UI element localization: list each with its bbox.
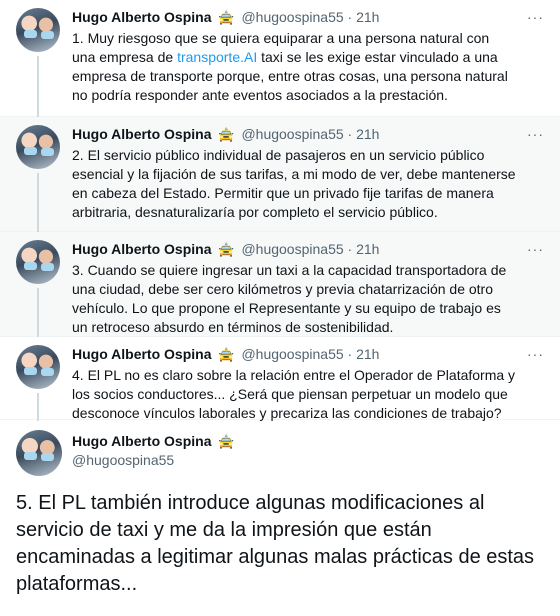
author-handle[interactable]: @hugoospina55 [241, 241, 343, 257]
avatar[interactable] [16, 430, 62, 476]
avatar[interactable] [16, 240, 60, 284]
author-handle[interactable]: @hugoospina55 [241, 126, 343, 142]
tweet-timestamp[interactable]: 21h [356, 346, 379, 362]
tweet-header: Hugo Alberto Ospina 🚖 @hugoospina55 [72, 420, 560, 470]
more-options-icon[interactable]: ··· [527, 8, 544, 27]
thread-connector-line [37, 288, 39, 338]
tweet-text: 4. El PL no es claro sobre la relación e… [72, 367, 516, 421]
taxi-badge-icon: 🚖 [218, 242, 235, 257]
tweet-header: Hugo Alberto Ospina 🚖 @hugoospina55 · 21… [72, 125, 516, 144]
taxi-badge-icon: 🚖 [218, 434, 235, 449]
thread-connector-line [37, 56, 39, 118]
thread-tweet-4[interactable]: ··· Hugo Alberto Ospina 🚖 @hugoospina55 … [0, 337, 560, 421]
separator-dot: · [347, 126, 353, 142]
tweet-timestamp[interactable]: 21h [356, 241, 379, 257]
author-handle[interactable]: @hugoospina55 [72, 451, 560, 470]
thread-connector-line [37, 173, 39, 233]
author-name[interactable]: Hugo Alberto Ospina [72, 346, 211, 362]
author-name[interactable]: Hugo Alberto Ospina [72, 126, 211, 142]
tweet-text: 3. Cuando se quiere ingresar un taxi a l… [72, 262, 507, 335]
author-name[interactable]: Hugo Alberto Ospina [72, 9, 211, 25]
taxi-badge-icon: 🚖 [218, 10, 235, 25]
tweet-header: Hugo Alberto Ospina 🚖 @hugoospina55 · 21… [72, 240, 516, 259]
tweet-text: 1. Muy riesgoso que se quiera equiparar … [72, 30, 508, 103]
taxi-badge-icon: 🚖 [218, 127, 235, 142]
tweet-link[interactable]: transporte.AI [177, 49, 257, 65]
thread-feed: ··· Hugo Alberto Ospina 🚖 @hugoospina55 … [0, 0, 560, 612]
avatar[interactable] [16, 345, 60, 389]
focused-tweet-text: 5. El PL también introduce algunas modif… [16, 492, 535, 595]
separator-dot: · [347, 241, 353, 257]
taxi-badge-icon: 🚖 [218, 347, 235, 362]
thread-tweet-2[interactable]: ··· Hugo Alberto Ospina 🚖 @hugoospina55 … [0, 117, 560, 233]
separator-dot: · [347, 346, 353, 362]
more-options-icon[interactable]: ··· [527, 125, 544, 144]
author-name[interactable]: Hugo Alberto Ospina [72, 433, 211, 449]
focused-tweet[interactable]: Hugo Alberto Ospina 🚖 @hugoospina55 5. E… [0, 420, 560, 612]
author-handle[interactable]: @hugoospina55 [241, 9, 343, 25]
thread-tweet-3[interactable]: ··· Hugo Alberto Ospina 🚖 @hugoospina55 … [0, 232, 560, 338]
author-name[interactable]: Hugo Alberto Ospina [72, 241, 211, 257]
tweet-header: Hugo Alberto Ospina 🚖 @hugoospina55 · 21… [72, 8, 516, 27]
thread-tweet-1[interactable]: ··· Hugo Alberto Ospina 🚖 @hugoospina55 … [0, 0, 560, 118]
more-options-icon[interactable]: ··· [527, 345, 544, 364]
tweet-header: Hugo Alberto Ospina 🚖 @hugoospina55 · 21… [72, 345, 516, 364]
separator-dot: · [347, 9, 353, 25]
author-handle[interactable]: @hugoospina55 [241, 346, 343, 362]
tweet-text: 2. El servicio público individual de pas… [72, 147, 516, 220]
avatar[interactable] [16, 8, 60, 52]
tweet-timestamp[interactable]: 21h [356, 9, 379, 25]
avatar[interactable] [16, 125, 60, 169]
more-options-icon[interactable]: ··· [527, 240, 544, 259]
tweet-timestamp[interactable]: 21h [356, 126, 379, 142]
thread-connector-line [37, 393, 39, 421]
